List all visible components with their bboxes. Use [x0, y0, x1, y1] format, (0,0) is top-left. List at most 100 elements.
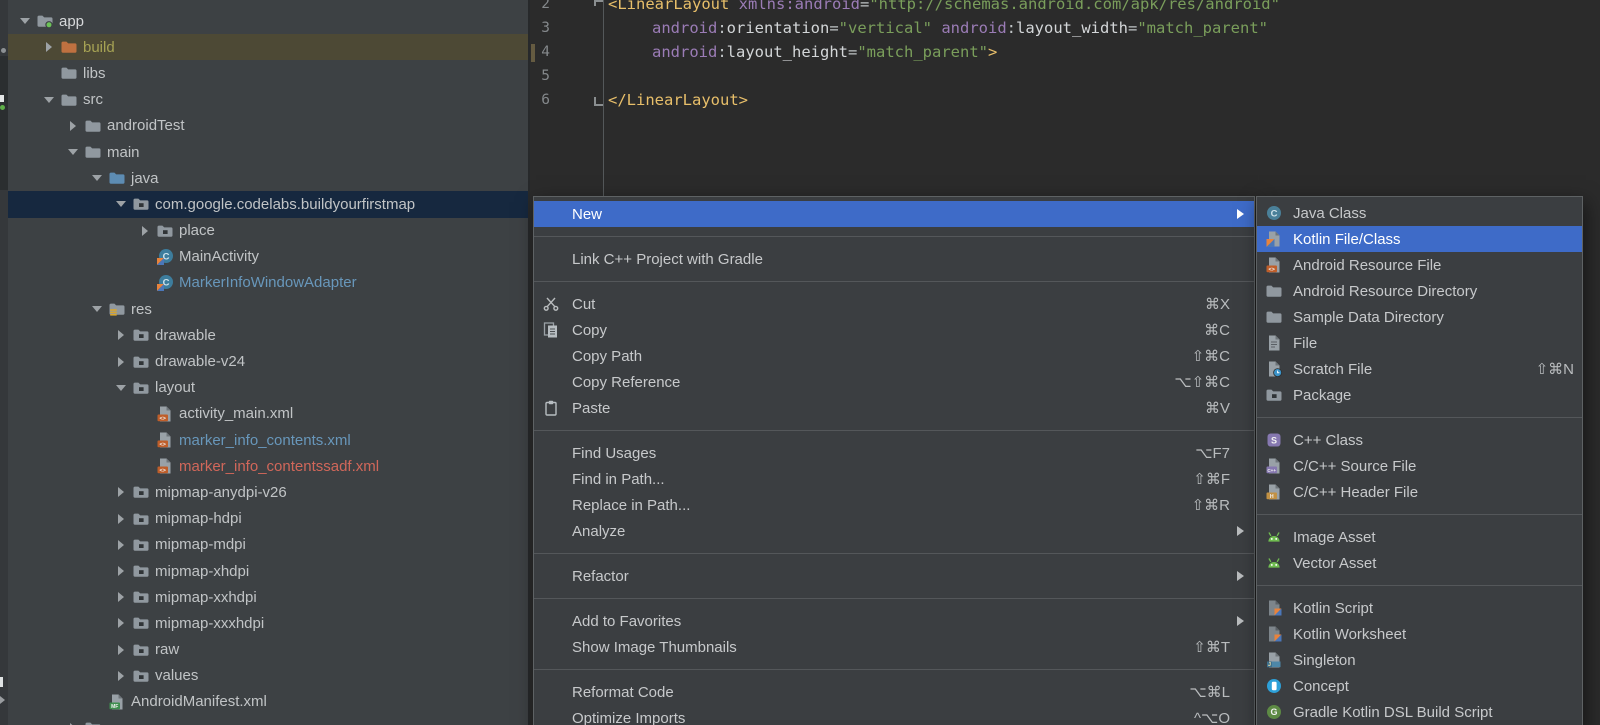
- menu-item-scratch-file[interactable]: Scratch File⇧⌘N: [1257, 356, 1582, 382]
- menu-item-replace-in-path[interactable]: Replace in Path...⇧⌘R: [534, 492, 1254, 518]
- menu-item-android-resource-directory[interactable]: Android Resource Directory: [1257, 278, 1582, 304]
- tree-item-raw[interactable]: raw: [8, 637, 528, 663]
- tree-item-app[interactable]: app: [8, 8, 528, 34]
- expand-arrow-icon[interactable]: [110, 322, 132, 348]
- stripe-tool-icon[interactable]: [0, 677, 3, 687]
- expand-arrow-icon[interactable]: [110, 532, 132, 558]
- stripe-tool-icon[interactable]: [0, 95, 4, 102]
- expand-arrow-icon[interactable]: [134, 218, 156, 244]
- menu-item-analyze[interactable]: Analyze: [534, 518, 1254, 544]
- tree-item-build[interactable]: build: [8, 34, 528, 60]
- tree-item-res[interactable]: res: [8, 296, 528, 322]
- svg-text:<>: <>: [159, 468, 165, 474]
- menu-item-concept[interactable]: Concept: [1257, 673, 1582, 699]
- menu-item-reformat-code[interactable]: Reformat Code⌥⌘L: [534, 679, 1254, 705]
- tree-item-src[interactable]: src: [8, 87, 528, 113]
- menu-item-label: Android Resource File: [1293, 257, 1574, 274]
- menu-item-image-asset[interactable]: Image Asset: [1257, 524, 1582, 550]
- tree-item-mipmap-hdpi[interactable]: mipmap-hdpi: [8, 506, 528, 532]
- menu-item-singleton[interactable]: JSingleton: [1257, 647, 1582, 673]
- tree-item-place[interactable]: place: [8, 218, 528, 244]
- menu-item-label: Add to Favorites: [572, 613, 1230, 630]
- menu-item-copy[interactable]: Copy⌘C: [534, 317, 1254, 343]
- menu-item-add-to-favorites[interactable]: Add to Favorites: [534, 608, 1254, 634]
- tree-item-androidtest[interactable]: androidTest: [8, 113, 528, 139]
- tree-item-mipmap-xxxhdpi[interactable]: mipmap-xxxhdpi: [8, 610, 528, 636]
- expand-arrow-icon[interactable]: [38, 34, 60, 60]
- line-number: 2: [532, 0, 550, 16]
- submenu-arrow-icon: [1230, 526, 1244, 536]
- menu-item-package[interactable]: Package: [1257, 382, 1582, 408]
- menu-item-kotlin-file-class[interactable]: Kotlin File/Class: [1257, 226, 1582, 252]
- menu-item-new[interactable]: New: [534, 201, 1254, 227]
- collapse-arrow-icon[interactable]: [86, 296, 108, 322]
- fold-marker-icon[interactable]: [594, 0, 603, 6]
- menu-item-paste[interactable]: Paste⌘V: [534, 395, 1254, 421]
- menu-item-c-c-source-file[interactable]: C++C/C++ Source File: [1257, 453, 1582, 479]
- expand-arrow-icon[interactable]: [110, 637, 132, 663]
- tree-item-values[interactable]: values: [8, 663, 528, 689]
- menu-item-optimize-imports[interactable]: Optimize Imports^⌥O: [534, 705, 1254, 725]
- tree-item-mipmap-mdpi[interactable]: mipmap-mdpi: [8, 532, 528, 558]
- fold-marker-icon[interactable]: [594, 97, 603, 106]
- menu-item-kotlin-script[interactable]: Kotlin Script: [1257, 595, 1582, 621]
- menu-item-find-in-path[interactable]: Find in Path...⇧⌘F: [534, 466, 1254, 492]
- expand-arrow-icon[interactable]: [110, 610, 132, 636]
- menu-item-label: Reformat Code: [572, 684, 1171, 701]
- expand-arrow-icon[interactable]: [110, 584, 132, 610]
- menu-item-find-usages[interactable]: Find Usages⌥F7: [534, 440, 1254, 466]
- expand-arrow-icon[interactable]: [110, 663, 132, 689]
- tree-item-libs[interactable]: libs: [8, 60, 528, 86]
- expand-arrow-icon[interactable]: [110, 506, 132, 532]
- tree-item-java[interactable]: java: [8, 165, 528, 191]
- menu-shortcut: ⌘V: [1205, 399, 1230, 417]
- menu-item-sample-data-directory[interactable]: Sample Data Directory: [1257, 304, 1582, 330]
- arrow-spacer: [134, 244, 156, 270]
- menu-item-show-image-thumbnails[interactable]: Show Image Thumbnails⇧⌘T: [534, 634, 1254, 660]
- collapse-arrow-icon[interactable]: [110, 191, 132, 217]
- menu-item-c-class[interactable]: SC++ Class: [1257, 427, 1582, 453]
- menu-item-c-c-header-file[interactable]: HC/C++ Header File: [1257, 479, 1582, 505]
- collapse-arrow-icon[interactable]: [14, 8, 36, 34]
- tree-item-marker-info-contentssadf-xml[interactable]: <>marker_info_contentssadf.xml: [8, 453, 528, 479]
- menu-item-android-resource-file[interactable]: <>Android Resource File: [1257, 252, 1582, 278]
- collapse-arrow-icon[interactable]: [38, 87, 60, 113]
- tree-item-mainactivity[interactable]: CMainActivity: [8, 244, 528, 270]
- arrow-spacer: [134, 453, 156, 479]
- menu-item-label: Singleton: [1293, 652, 1574, 669]
- tree-item-com-google-codelabs-buildyourfirstmap[interactable]: com.google.codelabs.buildyourfirstmap: [8, 191, 528, 217]
- menu-item-kotlin-worksheet[interactable]: Kotlin Worksheet: [1257, 621, 1582, 647]
- tree-item-layout[interactable]: layout: [8, 375, 528, 401]
- expand-arrow-icon[interactable]: [110, 479, 132, 505]
- expand-arrow-icon[interactable]: [62, 113, 84, 139]
- menu-item-cut[interactable]: Cut⌘X: [534, 291, 1254, 317]
- menu-item-link-c-project-with-gradle[interactable]: Link C++ Project with Gradle: [534, 246, 1254, 272]
- expand-arrow-icon[interactable]: [62, 715, 84, 725]
- expand-arrow-icon[interactable]: [110, 348, 132, 374]
- tree-item-blank[interactable]: [8, 715, 528, 725]
- tree-item-drawable[interactable]: drawable: [8, 322, 528, 348]
- menu-item-vector-asset[interactable]: Vector Asset: [1257, 550, 1582, 576]
- menu-item-label: New: [572, 206, 1230, 223]
- menu-item-refactor[interactable]: Refactor: [534, 563, 1254, 589]
- tree-item-mipmap-xxhdpi[interactable]: mipmap-xxhdpi: [8, 584, 528, 610]
- tree-item-activity-main-xml[interactable]: <>activity_main.xml: [8, 401, 528, 427]
- tree-item-drawable-v24[interactable]: drawable-v24: [8, 348, 528, 374]
- collapse-arrow-icon[interactable]: [86, 165, 108, 191]
- menu-item-copy-reference[interactable]: Copy Reference⌥⇧⌘C: [534, 369, 1254, 395]
- menu-item-file[interactable]: File: [1257, 330, 1582, 356]
- expand-arrow-icon[interactable]: [110, 558, 132, 584]
- menu-item-label: Find Usages: [572, 445, 1177, 462]
- tree-item-label: res: [131, 301, 152, 318]
- menu-item-java-class[interactable]: CJava Class: [1257, 200, 1582, 226]
- tree-item-main[interactable]: main: [8, 139, 528, 165]
- menu-item-gradle-kotlin-dsl-build-script[interactable]: GGradle Kotlin DSL Build Script: [1257, 699, 1582, 725]
- collapse-arrow-icon[interactable]: [110, 375, 132, 401]
- menu-item-copy-path[interactable]: Copy Path⇧⌘C: [534, 343, 1254, 369]
- tree-item-mipmap-anydpi-v26[interactable]: mipmap-anydpi-v26: [8, 479, 528, 505]
- tree-item-mipmap-xhdpi[interactable]: mipmap-xhdpi: [8, 558, 528, 584]
- tree-item-markerinfowindowadapter[interactable]: CMarkerInfoWindowAdapter: [8, 270, 528, 296]
- tree-item-androidmanifest-xml[interactable]: MFAndroidManifest.xml: [8, 689, 528, 715]
- tree-item-marker-info-contents-xml[interactable]: <>marker_info_contents.xml: [8, 427, 528, 453]
- collapse-arrow-icon[interactable]: [62, 139, 84, 165]
